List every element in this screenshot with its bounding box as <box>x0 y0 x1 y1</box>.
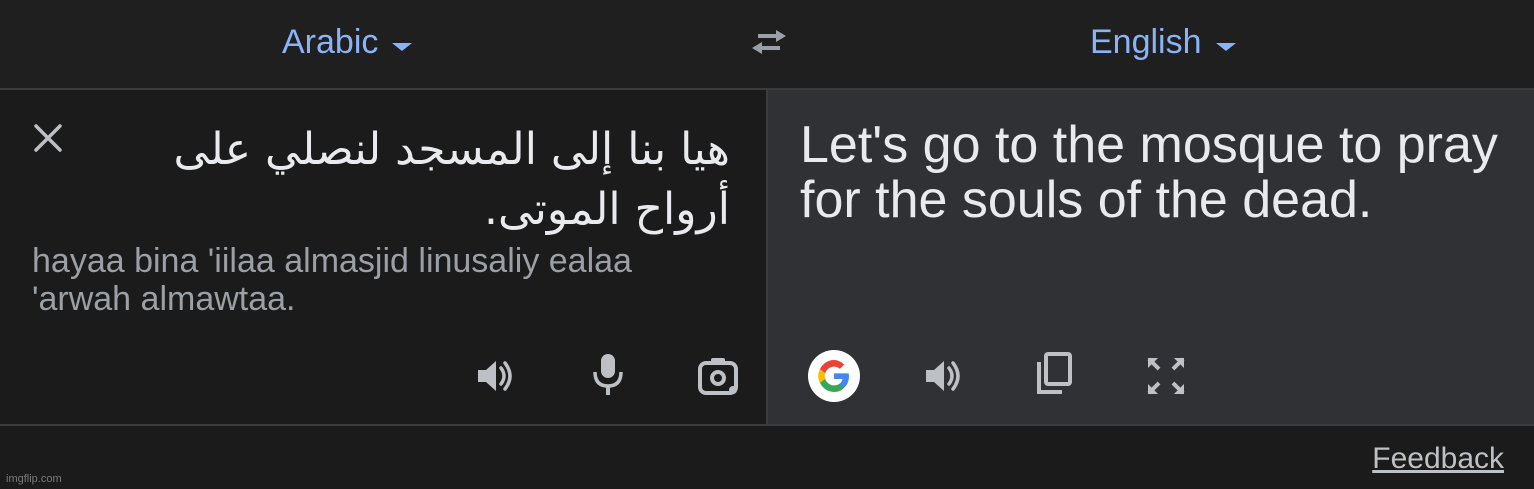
fullscreen-button[interactable] <box>1142 352 1190 400</box>
camera-input-button[interactable] <box>694 352 742 400</box>
listen-source-button[interactable] <box>470 352 518 400</box>
copy-translation-button[interactable] <box>1030 350 1078 398</box>
target-language-label: English <box>1090 22 1202 61</box>
source-text[interactable]: هيا بنا إلى المسجد لنصلي على أرواح الموت… <box>120 120 730 240</box>
translated-text: Let's go to the mosque to pray for the s… <box>800 116 1498 229</box>
volume-icon <box>926 361 960 391</box>
chevron-down-icon <box>392 43 413 51</box>
swap-arrows-icon <box>752 30 786 54</box>
swap-languages-button[interactable] <box>748 26 790 58</box>
volume-icon <box>478 361 512 391</box>
clear-text-button[interactable] <box>30 120 66 156</box>
feedback-link[interactable]: Feedback <box>1372 442 1504 476</box>
source-language-label: Arabic <box>282 22 379 61</box>
target-panel: Let's go to the mosque to pray for the s… <box>768 90 1534 424</box>
watermark: imgflip.com <box>6 473 62 485</box>
voice-input-button[interactable] <box>584 350 632 398</box>
transliteration-text: hayaa bina 'iilaa almasjid linusaliy eal… <box>32 242 632 318</box>
google-logo-button[interactable] <box>808 350 860 402</box>
copy-icon <box>1037 352 1072 394</box>
listen-translation-button[interactable] <box>918 352 966 400</box>
source-language-selector[interactable]: Arabic <box>282 20 413 64</box>
fullscreen-icon <box>1147 357 1185 395</box>
target-language-selector[interactable]: English <box>1090 20 1236 64</box>
language-bar: Arabic English <box>0 0 1534 90</box>
camera-icon <box>698 358 738 395</box>
microphone-icon <box>593 354 623 395</box>
google-logo-icon <box>818 360 849 392</box>
source-panel: هيا بنا إلى المسجد لنصلي على أرواح الموت… <box>0 90 768 424</box>
close-icon <box>34 124 62 152</box>
chevron-down-icon <box>1215 43 1236 51</box>
footer: Feedback <box>0 424 1534 489</box>
